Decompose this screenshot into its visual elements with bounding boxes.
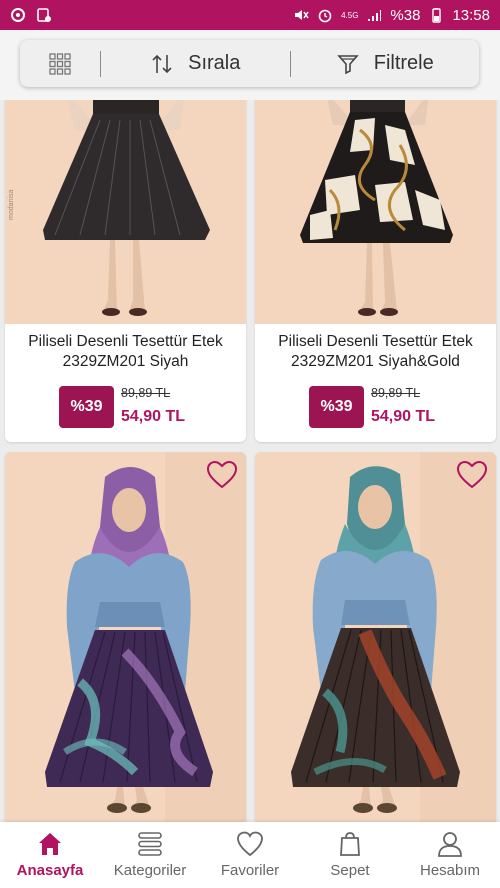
discount-badge: %39 [59,386,114,428]
filter-button[interactable]: Filtrele [291,40,480,87]
product-card[interactable] [5,452,246,822]
network-type: 4.5G [341,10,359,20]
product-grid: modanisa Piliseli Desenli Tesettür Etek … [0,100,500,822]
svg-text:modanisa: modanisa [8,190,15,220]
product-title[interactable]: Piliseli Desenli Tesettür Etek 2329ZM201… [255,332,496,372]
product-title[interactable]: Piliseli Desenli Tesettür Etek 2329ZM201… [5,332,246,372]
battery-icon [432,8,442,23]
signal-icon [368,10,382,21]
nav-home-label: Anasayfa [16,862,84,879]
app-notification-icon [11,8,25,22]
toolbar: Sırala Filtrele [20,40,479,87]
nav-account-label: Hesabım [419,862,481,879]
nav-categories-label: Kategoriler [113,862,187,879]
grid-view-button[interactable] [20,40,100,87]
nav-favorites[interactable]: Favoriler [200,822,300,888]
old-price: 89,89 TL [121,386,171,400]
product-card[interactable]: modanisa Piliseli Desenli Tesettür Etek … [5,100,246,442]
favorite-heart-icon[interactable] [206,460,238,490]
nav-favorites-label: Favoriler [220,862,280,879]
toolbar-area: Sırala Filtrele [0,30,500,100]
product-image [255,452,496,822]
battery-level: %38 [390,6,421,24]
new-price: 54,90 TL [121,408,186,425]
product-image: modanisa [5,100,246,324]
clock: 13:58 [452,6,490,24]
heart-icon [237,831,263,857]
nav-home[interactable]: Anasayfa [0,822,100,888]
home-icon [39,833,61,855]
sort-button[interactable]: Sırala [101,40,290,87]
old-price: 89,89 TL [371,386,421,400]
discount-badge: %39 [309,386,364,428]
alarm-icon [318,9,332,23]
product-image [255,100,496,324]
screenshot-notification-icon [37,8,51,22]
sort-label: Sırala [188,52,241,74]
status-bar: 4.5G %38 13:58 [0,0,500,30]
user-icon [438,832,462,857]
categories-icon [138,832,162,856]
product-card[interactable] [255,452,496,822]
product-image [5,452,246,822]
nav-cart[interactable]: Sepet [300,822,400,888]
nav-cart-label: Sepet [330,862,370,879]
nav-account[interactable]: Hesabım [400,822,500,888]
filter-label: Filtrele [373,52,434,74]
favorite-heart-icon[interactable] [456,460,488,490]
new-price: 54,90 TL [371,408,436,425]
nav-categories[interactable]: Kategoriler [100,822,200,888]
product-card[interactable]: Piliseli Desenli Tesettür Etek 2329ZM201… [255,100,496,442]
shopping-bag-icon [340,832,360,856]
mute-icon [295,10,309,20]
bottom-navigation: Anasayfa Kategoriler Favoriler Sepet Hes… [0,822,500,888]
sort-icon [152,54,172,73]
grid-view-icon [49,52,71,75]
filter-icon [336,54,359,74]
